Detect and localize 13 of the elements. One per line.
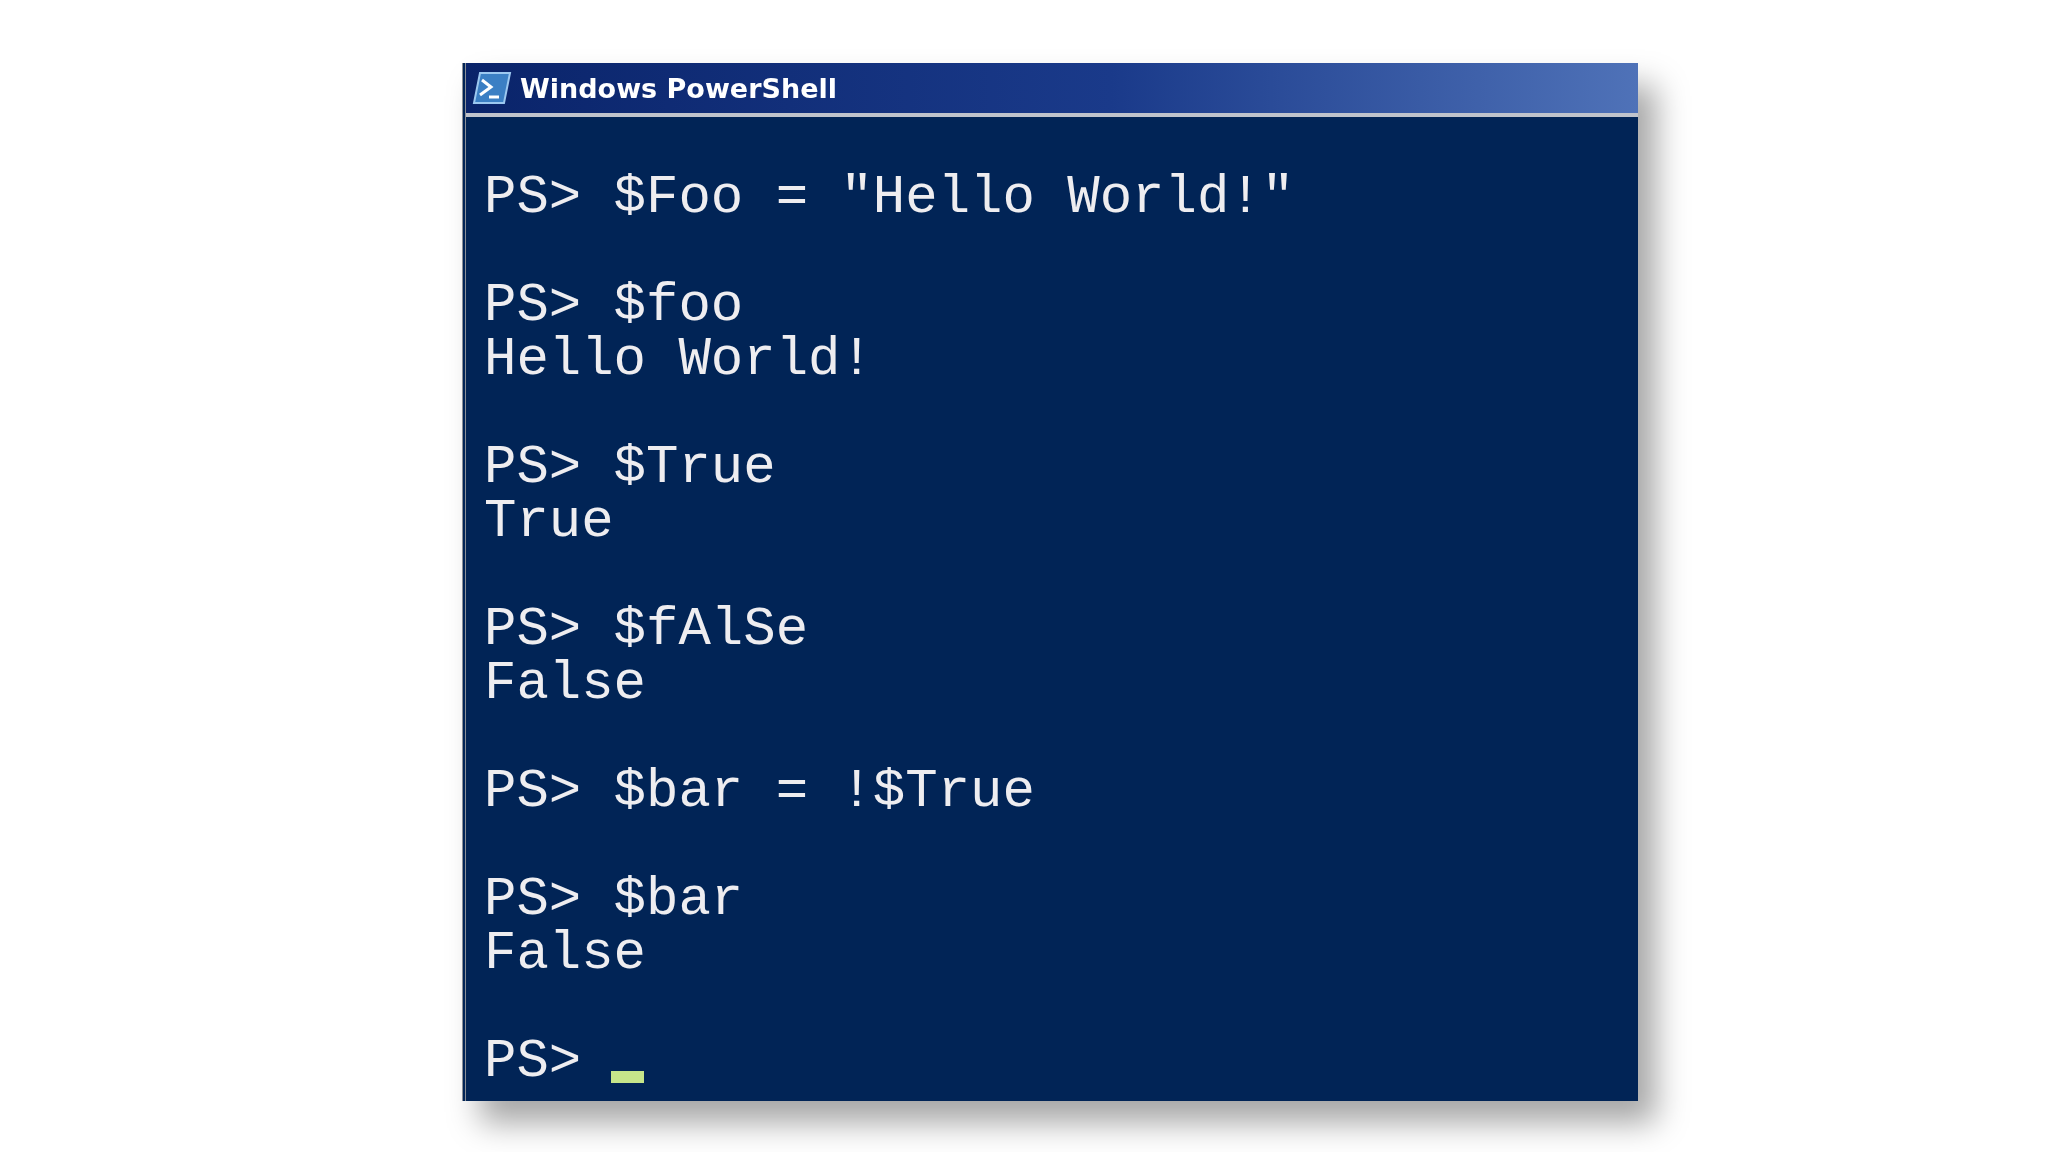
prompt-text: PS> [484,1035,582,1089]
command-line: PS> $True [484,441,776,495]
output-line: False [484,657,647,711]
output-line: False [484,927,647,981]
command-line: PS> $foo [484,279,744,333]
output-line: Hello World! [484,333,873,387]
command-line: PS> $fAlSe [484,603,809,657]
command-line: PS> $Foo = "Hello World!" [484,171,1295,225]
powershell-icon [472,71,512,105]
command-line: PS> $bar [484,873,744,927]
window-title: Windows PowerShell [520,72,837,104]
output-line: True [484,495,614,549]
command-line: PS> $bar = !$True [484,765,1035,819]
